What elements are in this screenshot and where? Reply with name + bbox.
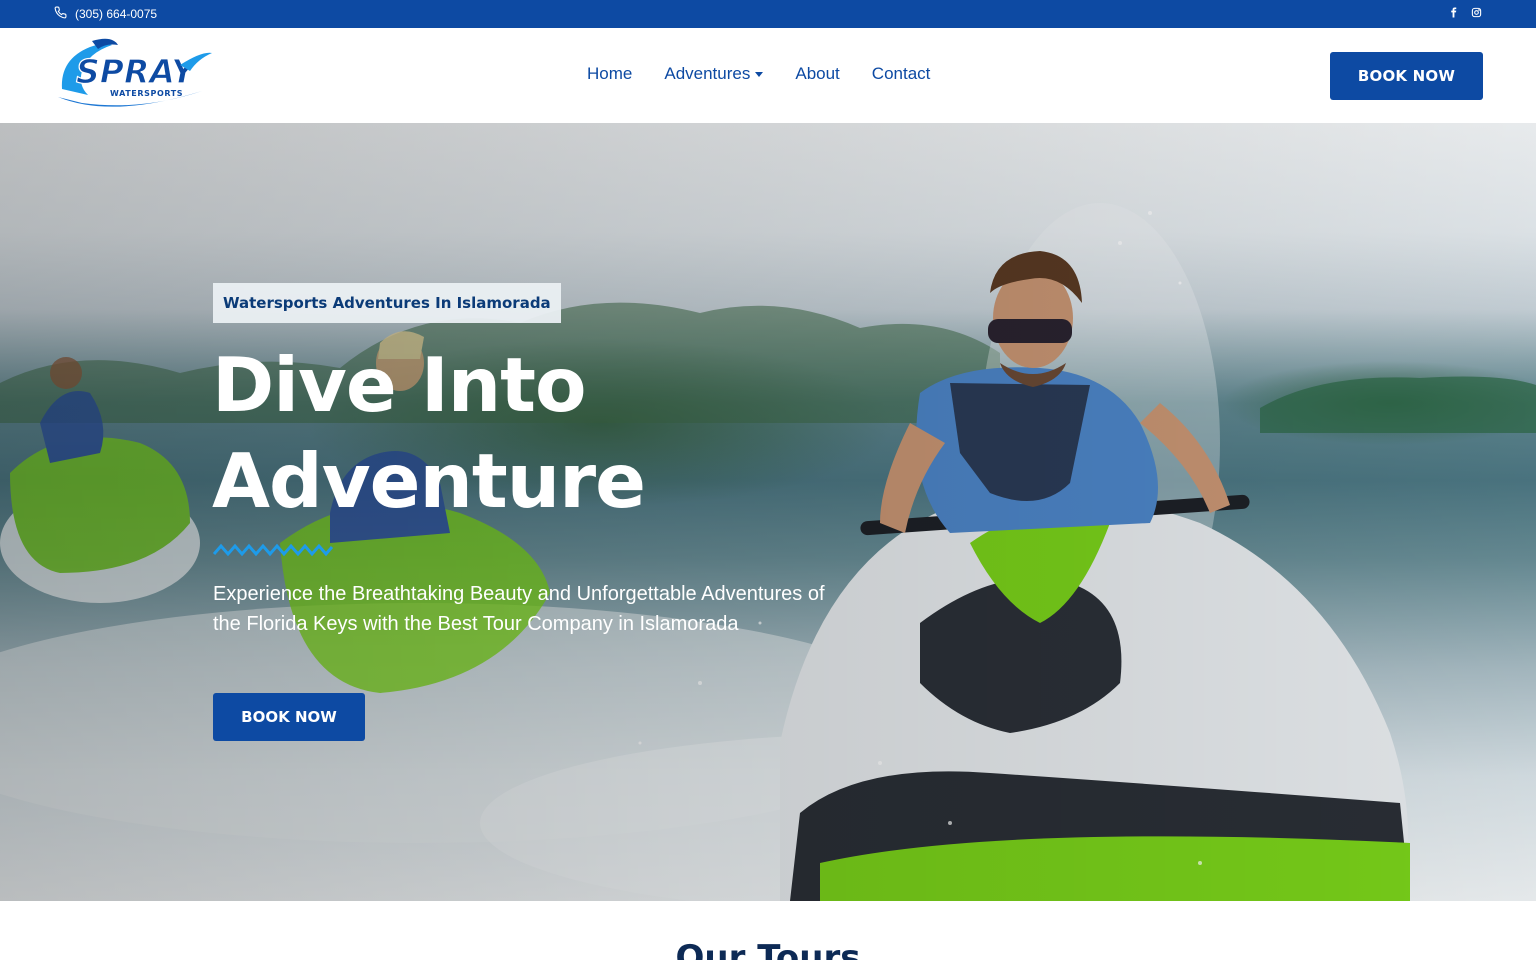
header-book-now-button[interactable]: BOOK NOW <box>1330 52 1483 100</box>
nav-adventures[interactable]: Adventures <box>664 64 764 84</box>
instagram-icon[interactable] <box>1471 7 1482 18</box>
spray-watersports-logo[interactable]: SPRAY WATERSPORTS <box>52 37 214 115</box>
svg-text:SPRAY: SPRAY <box>76 52 198 91</box>
hero-title: Dive Into Adventure <box>212 337 912 529</box>
nav-home-label: Home <box>587 64 633 83</box>
phone-number: (305) 664-0075 <box>75 7 158 21</box>
hero-section: Watersports Adventures In Islamorada Div… <box>0 123 1536 901</box>
section-heading: Our Tours <box>675 938 861 960</box>
chevron-down-icon <box>755 72 764 77</box>
svg-text:WATERSPORTS: WATERSPORTS <box>110 89 183 98</box>
site-header: SPRAY WATERSPORTS Home Adventures About … <box>0 28 1536 123</box>
wave-divider-icon <box>213 543 333 557</box>
nav-adventures-label: Adventures <box>664 64 751 83</box>
hero-title-line-2: Adventure <box>212 437 646 525</box>
nav-about[interactable]: About <box>795 64 839 84</box>
phone-contact[interactable]: (305) 664-0075 <box>54 6 157 22</box>
hero-book-now-button[interactable]: BOOK NOW <box>213 693 365 741</box>
top-contact-bar: (305) 664-0075 <box>0 0 1536 28</box>
hero-title-line-1: Dive Into <box>212 341 587 429</box>
nav-contact[interactable]: Contact <box>872 64 931 84</box>
phone-icon <box>54 6 67 22</box>
nav-home[interactable]: Home <box>587 64 632 84</box>
main-nav: Home Adventures About Contact <box>587 64 930 84</box>
nav-about-label: About <box>795 64 840 83</box>
social-links <box>1448 7 1482 18</box>
nav-contact-label: Contact <box>871 64 931 83</box>
hero-tagline: Watersports Adventures In Islamorada <box>213 283 561 323</box>
facebook-icon[interactable] <box>1448 7 1459 18</box>
hero-subtitle: Experience the Breathtaking Beauty and U… <box>213 583 825 635</box>
